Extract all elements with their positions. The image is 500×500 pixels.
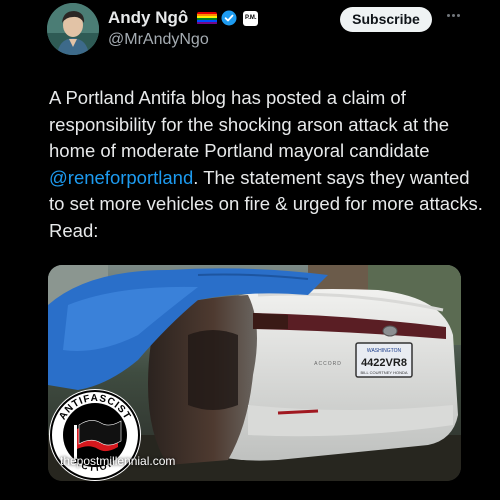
avatar[interactable] — [47, 3, 99, 55]
plate-state: WASHINGTON — [367, 348, 402, 354]
plate-number: 4422VR8 — [361, 357, 407, 369]
rainbow-flag-icon — [197, 11, 218, 25]
verified-badge-icon[interactable] — [221, 10, 237, 26]
author-handle[interactable]: @MrAndyNgo — [108, 31, 209, 49]
mention-link[interactable]: @reneforportland — [49, 167, 193, 188]
subscribe-button[interactable]: Subscribe — [340, 7, 432, 32]
tweet-text: A Portland Antifa blog has posted a clai… — [49, 85, 489, 244]
burned-car-photo: WASHINGTON 4422VR8 BILL COURTNEY HONDA A… — [48, 265, 461, 481]
tweet-media-image[interactable]: WASHINGTON 4422VR8 BILL COURTNEY HONDA A… — [48, 265, 461, 481]
tweet-text-part: A Portland Antifa blog has posted a clai… — [49, 87, 450, 161]
tweet-header: Andy Ngô P.M. @MrAndyNgo Subscribe — [0, 0, 500, 60]
affiliate-badge-icon[interactable]: P.M. — [243, 10, 259, 26]
image-watermark: thepostmillennial.com — [60, 454, 176, 468]
author-name-row: Andy Ngô P.M. — [108, 8, 259, 28]
display-name[interactable]: Andy Ngô — [108, 8, 188, 28]
more-horizontal-icon[interactable] — [444, 8, 462, 22]
car-model-badge: ACCORD — [314, 361, 342, 367]
plate-frame: BILL COURTNEY HONDA — [360, 370, 407, 375]
